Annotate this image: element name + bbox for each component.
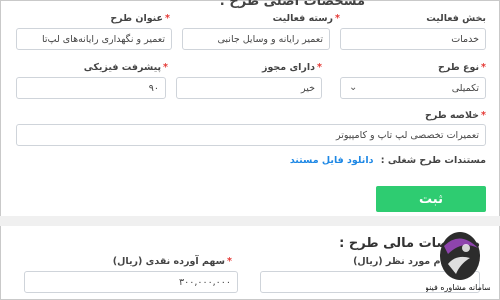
category-field[interactable]: تعمیر رایانه و وسایل جانبی: [182, 28, 330, 50]
plan-type-label: *نوع طرح: [438, 62, 486, 73]
logo-icon: سامانه مشاوره فینو: [424, 232, 491, 292]
plan-type-value: تکمیلی: [451, 82, 479, 94]
site-logo: سامانه مشاوره فینو: [424, 228, 491, 294]
documents-row: مستندات طرح شغلی : دانلود فایل مستند: [290, 155, 486, 166]
plan-title-field[interactable]: تعمیر و نگهداری رایانه‌های لپ‌تا: [16, 28, 172, 50]
cash-share-label: *سهم آورده نقدی (ریال): [112, 256, 232, 267]
progress-label: *پیشرفت فیزیکی: [83, 62, 168, 73]
summary-field[interactable]: تعمیرات تخصصی لپ تاپ و کامپیوتر: [16, 124, 486, 146]
license-label: *دارای مجوز: [262, 62, 322, 73]
plan-title-label: *عنوان طرح: [110, 13, 170, 24]
section-divider: [0, 216, 500, 226]
license-field[interactable]: خیر: [176, 77, 322, 99]
summary-label: *خلاصه طرح: [425, 110, 486, 121]
chevron-down-icon: ⌄: [349, 82, 358, 93]
cash-share-field[interactable]: ۳۰۰,۰۰۰,۰۰۰: [24, 271, 238, 293]
progress-field[interactable]: ۹۰: [16, 77, 166, 99]
logo-text: سامانه مشاوره فینو: [426, 283, 490, 292]
documents-label: مستندات طرح شغلی :: [380, 155, 486, 166]
download-document-link[interactable]: دانلود فایل مستند: [290, 155, 374, 166]
sector-field[interactable]: خدمات: [340, 28, 486, 50]
category-label: *رسته فعالیت: [272, 13, 340, 24]
submit-button[interactable]: ثبت: [376, 186, 486, 212]
plan-type-select[interactable]: تکمیلی ⌄: [340, 77, 486, 99]
sector-label: بخش فعالیت: [426, 13, 486, 24]
basic-info-section-title: مشخصات اصلی طرح :: [219, 0, 365, 9]
